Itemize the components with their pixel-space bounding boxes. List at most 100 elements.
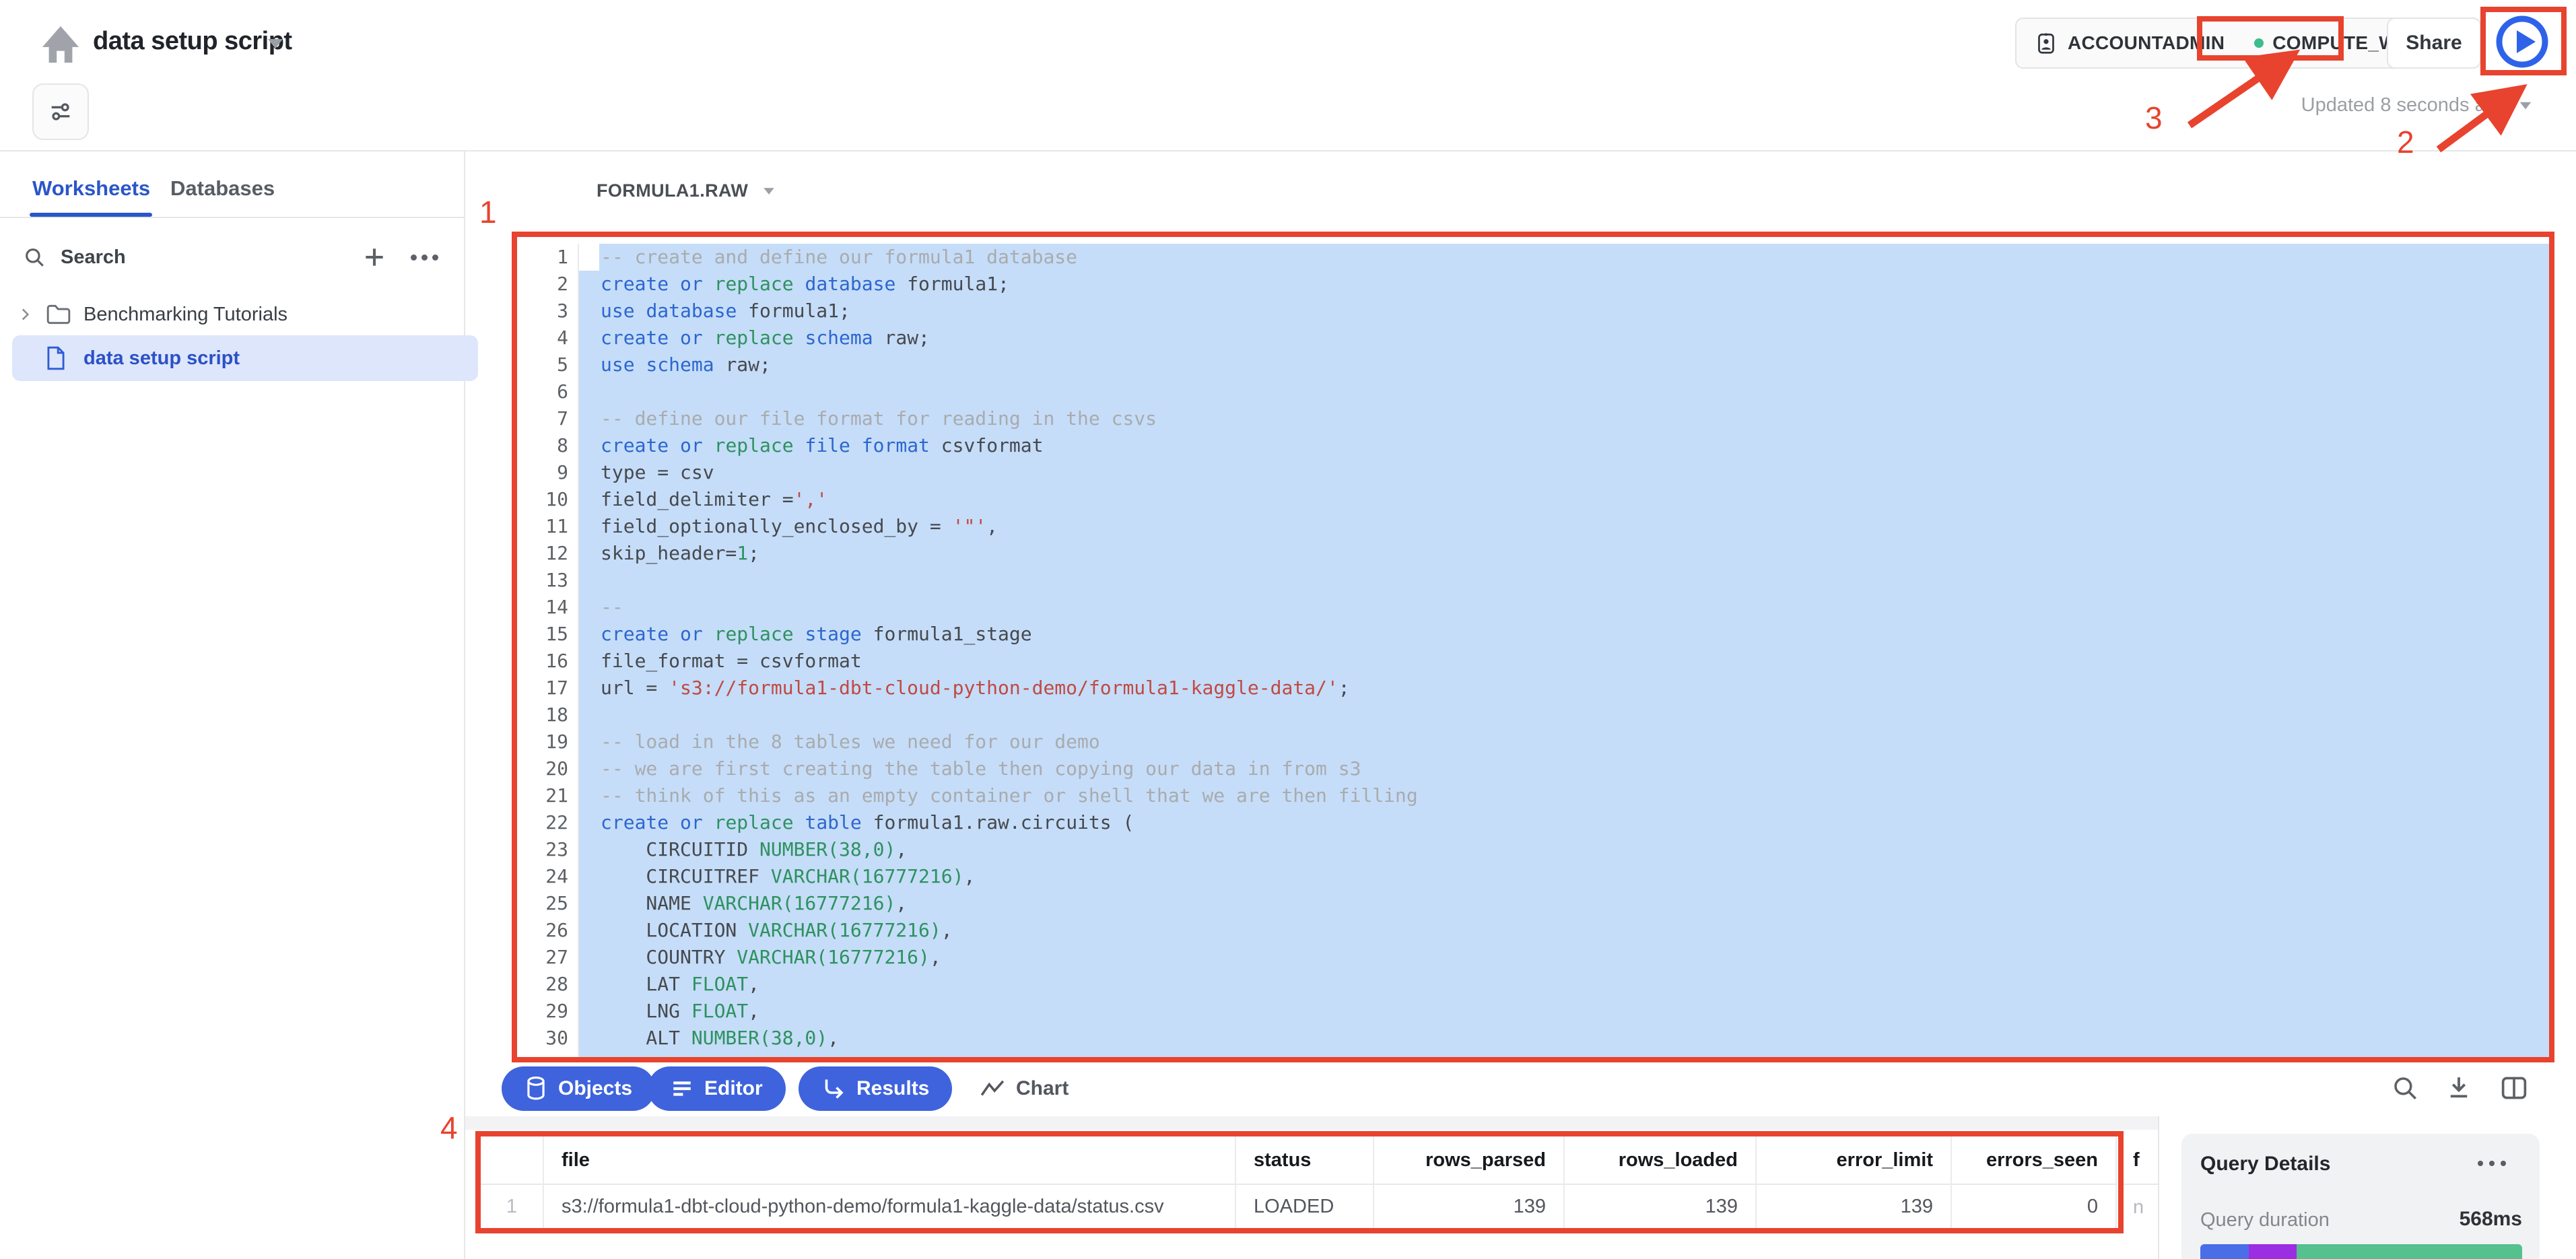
column-header[interactable]: rows_parsed (1374, 1136, 1565, 1185)
line-number: 12 (517, 540, 578, 567)
code-line[interactable]: 24 CIRCUITREF VARCHAR(16777216), (517, 863, 2549, 890)
code-text: type = csv (578, 459, 2549, 486)
code-line[interactable]: 3use database formula1; (517, 298, 2549, 325)
query-duration-bar (2200, 1244, 2522, 1259)
code-line[interactable]: 21-- think of this as an empty container… (517, 782, 2549, 809)
code-text: url = 's3://formula1-dbt-cloud-python-de… (578, 675, 2549, 702)
sql-editor[interactable]: 1-- create and define our formula1 datab… (517, 237, 2549, 1057)
code-line[interactable]: 6 (517, 378, 2549, 405)
table-cell: 0 (1952, 1185, 2117, 1229)
column-header[interactable]: error_limit (1757, 1136, 1952, 1185)
partial-column-value: n (2124, 1185, 2158, 1229)
code-line[interactable]: 29 LNG FLOAT, (517, 998, 2549, 1025)
database-schema-selector[interactable]: FORMULA1.RAW (597, 180, 776, 201)
download-results-button[interactable] (2439, 1068, 2479, 1108)
editor-label: Editor (704, 1077, 763, 1100)
results-button[interactable]: Results (799, 1066, 952, 1111)
code-text: CIRCUITREF VARCHAR(16777216), (578, 863, 2549, 890)
code-line[interactable]: 28 LAT FLOAT, (517, 971, 2549, 998)
code-line[interactable]: 9type = csv (517, 459, 2549, 486)
role-badge-icon (2034, 31, 2058, 55)
code-line[interactable]: 22create or replace table formula1.raw.c… (517, 809, 2549, 836)
code-line[interactable]: 8create or replace file format csvformat (517, 432, 2549, 459)
column-header[interactable] (481, 1136, 544, 1185)
results-search-button[interactable] (2385, 1068, 2425, 1108)
line-number: 6 (517, 378, 578, 405)
code-line[interactable]: 20-- we are first creating the table the… (517, 755, 2549, 782)
line-number: 20 (517, 755, 578, 782)
code-line[interactable]: 26 LOCATION VARCHAR(16777216), (517, 917, 2549, 944)
tab-databases[interactable]: Databases (170, 176, 275, 201)
filters-button[interactable] (32, 83, 89, 140)
table-cell: 1 (481, 1185, 544, 1229)
line-number: 1 (517, 244, 578, 271)
code-line[interactable]: 10field_delimiter =',' (517, 486, 2549, 513)
tab-worksheets[interactable]: Worksheets (32, 176, 150, 201)
line-number: 4 (517, 325, 578, 351)
column-header[interactable]: file (544, 1136, 1236, 1185)
table-cell: 139 (1374, 1185, 1565, 1229)
line-number: 24 (517, 863, 578, 890)
objects-button[interactable]: Objects (502, 1066, 655, 1111)
column-header[interactable]: status (1236, 1136, 1374, 1185)
sidebar-item-data-setup-script[interactable]: data setup script (12, 335, 478, 381)
code-line[interactable]: 17url = 's3://formula1-dbt-cloud-python-… (517, 675, 2549, 702)
sidebar-more-button[interactable] (404, 241, 444, 273)
add-worksheet-button[interactable] (357, 241, 392, 273)
code-line[interactable]: 1-- create and define our formula1 datab… (517, 244, 2549, 271)
code-line[interactable]: 11field_optionally_enclosed_by = '"', (517, 513, 2549, 540)
play-icon (2493, 13, 2551, 71)
code-line[interactable]: 15create or replace stage formula1_stage (517, 621, 2549, 648)
filters-icon (47, 98, 74, 125)
share-button[interactable]: Share (2387, 18, 2481, 69)
code-line[interactable]: 18 (517, 702, 2549, 728)
code-line[interactable]: 12skip_header=1; (517, 540, 2549, 567)
code-line[interactable]: 14-- (517, 594, 2549, 621)
code-text (578, 378, 2549, 405)
table-header-row: filestatusrows_parsedrows_loadederror_li… (481, 1136, 2117, 1185)
sidebar-item-benchmarking-tutorials[interactable]: Benchmarking Tutorials (16, 298, 447, 331)
run-button[interactable] (2491, 12, 2553, 71)
line-number: 18 (517, 702, 578, 728)
search-icon (23, 246, 46, 269)
results-panel-divider (2158, 1116, 2159, 1259)
home-icon (40, 25, 81, 64)
code-text: field_delimiter =',' (578, 486, 2549, 513)
code-text: use schema raw; (578, 351, 2549, 378)
results-table[interactable]: filestatusrows_parsedrows_loadederror_li… (481, 1136, 2117, 1229)
role-warehouse-selector[interactable]: ACCOUNTADMIN COMPUTE_WH (2015, 18, 2430, 69)
code-line[interactable]: 27 COUNTRY VARCHAR(16777216), (517, 944, 2549, 971)
code-line[interactable]: 16file_format = csvformat (517, 648, 2549, 675)
snowsight-worksheet-app: data setup script ACCOUNTADMIN COMPUTE_W… (0, 0, 2576, 1259)
code-line[interactable]: 31 (517, 1052, 2549, 1057)
code-text: COUNTRY VARCHAR(16777216), (578, 944, 2549, 971)
code-text: -- we are first creating the table then … (578, 755, 2549, 782)
line-number: 25 (517, 890, 578, 917)
code-line[interactable]: 5use schema raw; (517, 351, 2549, 378)
query-details-more-button[interactable] (2478, 1161, 2506, 1166)
code-line[interactable]: 19-- load in the 8 tables we need for ou… (517, 728, 2549, 755)
code-line[interactable]: 23 CIRCUITID NUMBER(38,0), (517, 836, 2549, 863)
code-line[interactable]: 7-- define our file format for reading i… (517, 405, 2549, 432)
file-icon (44, 345, 67, 371)
updated-dropdown-caret-icon[interactable] (2520, 102, 2532, 110)
table-row[interactable]: 1s3://formula1-dbt-cloud-python-demo/for… (481, 1185, 2117, 1229)
code-line[interactable]: 2create or replace database formula1; (517, 271, 2549, 298)
line-number: 26 (517, 917, 578, 944)
column-header[interactable]: rows_loaded (1565, 1136, 1757, 1185)
code-text (578, 1052, 2549, 1057)
title-dropdown-caret-icon[interactable] (268, 39, 283, 48)
chart-tab[interactable]: Chart (980, 1066, 1069, 1111)
home-button[interactable] (35, 20, 86, 69)
folder-icon (46, 303, 71, 326)
code-line[interactable]: 25 NAME VARCHAR(16777216), (517, 890, 2549, 917)
split-view-button[interactable] (2494, 1068, 2534, 1108)
code-line[interactable]: 13 (517, 567, 2549, 594)
editor-button[interactable]: Editor (648, 1066, 786, 1111)
code-line[interactable]: 4create or replace schema raw; (517, 325, 2549, 351)
column-header[interactable]: errors_seen (1952, 1136, 2117, 1185)
code-line[interactable]: 30 ALT NUMBER(38,0), (517, 1025, 2549, 1052)
line-number: 21 (517, 782, 578, 809)
database-icon (524, 1076, 547, 1101)
list-icon (671, 1079, 693, 1099)
